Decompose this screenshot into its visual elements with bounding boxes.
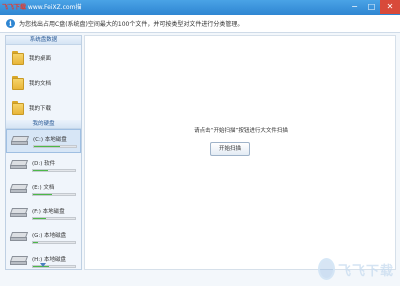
window-controls: − □ ✕	[346, 0, 400, 14]
info-bar: i 为您找出占用C盘(系统盘)空间最大的100个文件，并可按类型对文件进行分类管…	[0, 15, 400, 33]
title-bar: 飞飞下载 www.FeiXZ.com描 − □ ✕	[0, 0, 400, 15]
disk-label: (D:) 软件	[32, 160, 56, 167]
disk-usage-bar	[32, 216, 76, 220]
disk-label: (H:) 本地磁盘	[32, 256, 67, 263]
disk-item-f[interactable]: (F:) 本地磁盘	[6, 201, 81, 225]
disk-usage-bar	[32, 264, 76, 268]
hard-drive-icon	[9, 256, 29, 266]
minimize-button[interactable]: −	[346, 0, 363, 14]
disk-item-g[interactable]: (G:) 本地磁盘	[6, 225, 81, 249]
hard-drive-icon	[9, 160, 29, 170]
watermark-suffix: 描	[75, 4, 82, 11]
sidebar-item-downloads[interactable]: 我的下载	[6, 95, 81, 120]
hard-drive-icon	[10, 136, 30, 146]
folder-icon	[12, 100, 24, 115]
disk-item-e[interactable]: (E:) 文档	[6, 177, 81, 201]
disk-label: (C:) 本地磁盘	[33, 136, 67, 143]
sidebar-item-label: 我的下载	[29, 105, 52, 112]
disk-usage-bar	[32, 240, 76, 244]
close-button[interactable]: ✕	[380, 0, 400, 14]
folder-icon	[12, 75, 24, 90]
sidebar-item-desktop[interactable]: 我的桌面	[6, 45, 81, 70]
scroll-down-arrow-icon[interactable]	[40, 263, 46, 267]
folder-icon	[12, 50, 24, 65]
info-icon: i	[6, 19, 15, 28]
disk-item-c[interactable]: (C:) 本地磁盘	[6, 129, 81, 153]
sidebar-item-documents[interactable]: 我的文档	[6, 70, 81, 95]
watermark: 飞飞下载 www.FeiXZ.com描	[2, 2, 81, 11]
info-text: 为您找出占用C盘(系统盘)空间最大的100个文件，并可按类型对文件进行分类管理。	[19, 21, 244, 28]
disk-usage-bar	[32, 192, 76, 196]
disk-usage-bar	[32, 168, 76, 172]
start-scan-button[interactable]: 开始扫描	[210, 142, 250, 156]
site-logo: 飞飞下载	[318, 256, 394, 282]
watermark-site: www.FeiXZ.com	[26, 4, 76, 11]
hard-drive-icon	[9, 184, 29, 194]
hard-drive-icon	[9, 232, 29, 242]
sidebar-item-label: 我的文档	[29, 80, 52, 87]
logo-icon	[318, 258, 335, 280]
disk-label: (F:) 本地磁盘	[32, 208, 65, 215]
disk-label: (G:) 本地磁盘	[32, 232, 67, 239]
logo-text: 飞飞下载	[337, 263, 394, 279]
sidebar: 系统盘数据 我的桌面 我的文档 我的下载 我的硬盘 (C:) 本地磁盘 (D:)…	[5, 35, 82, 270]
watermark-brand: 飞飞下载	[2, 4, 27, 11]
section-header-system-data: 系统盘数据	[6, 36, 81, 45]
maximize-button[interactable]: □	[363, 0, 380, 14]
hard-drive-icon	[9, 208, 29, 218]
scan-prompt: 请点击“开始扫描”按钮进行大文件扫描	[194, 128, 288, 134]
disk-usage-bar	[33, 144, 77, 148]
sidebar-item-label: 我的桌面	[29, 55, 52, 62]
main-panel: 请点击“开始扫描”按钮进行大文件扫描 开始扫描	[84, 35, 396, 270]
disk-item-d[interactable]: (D:) 软件	[6, 153, 81, 177]
disk-label: (E:) 文档	[32, 184, 55, 191]
section-header-my-disks: 我的硬盘	[6, 120, 81, 129]
disk-list: (C:) 本地磁盘 (D:) 软件 (E:) 文档 (F:) 本地磁盘 (G:)…	[6, 129, 81, 269]
